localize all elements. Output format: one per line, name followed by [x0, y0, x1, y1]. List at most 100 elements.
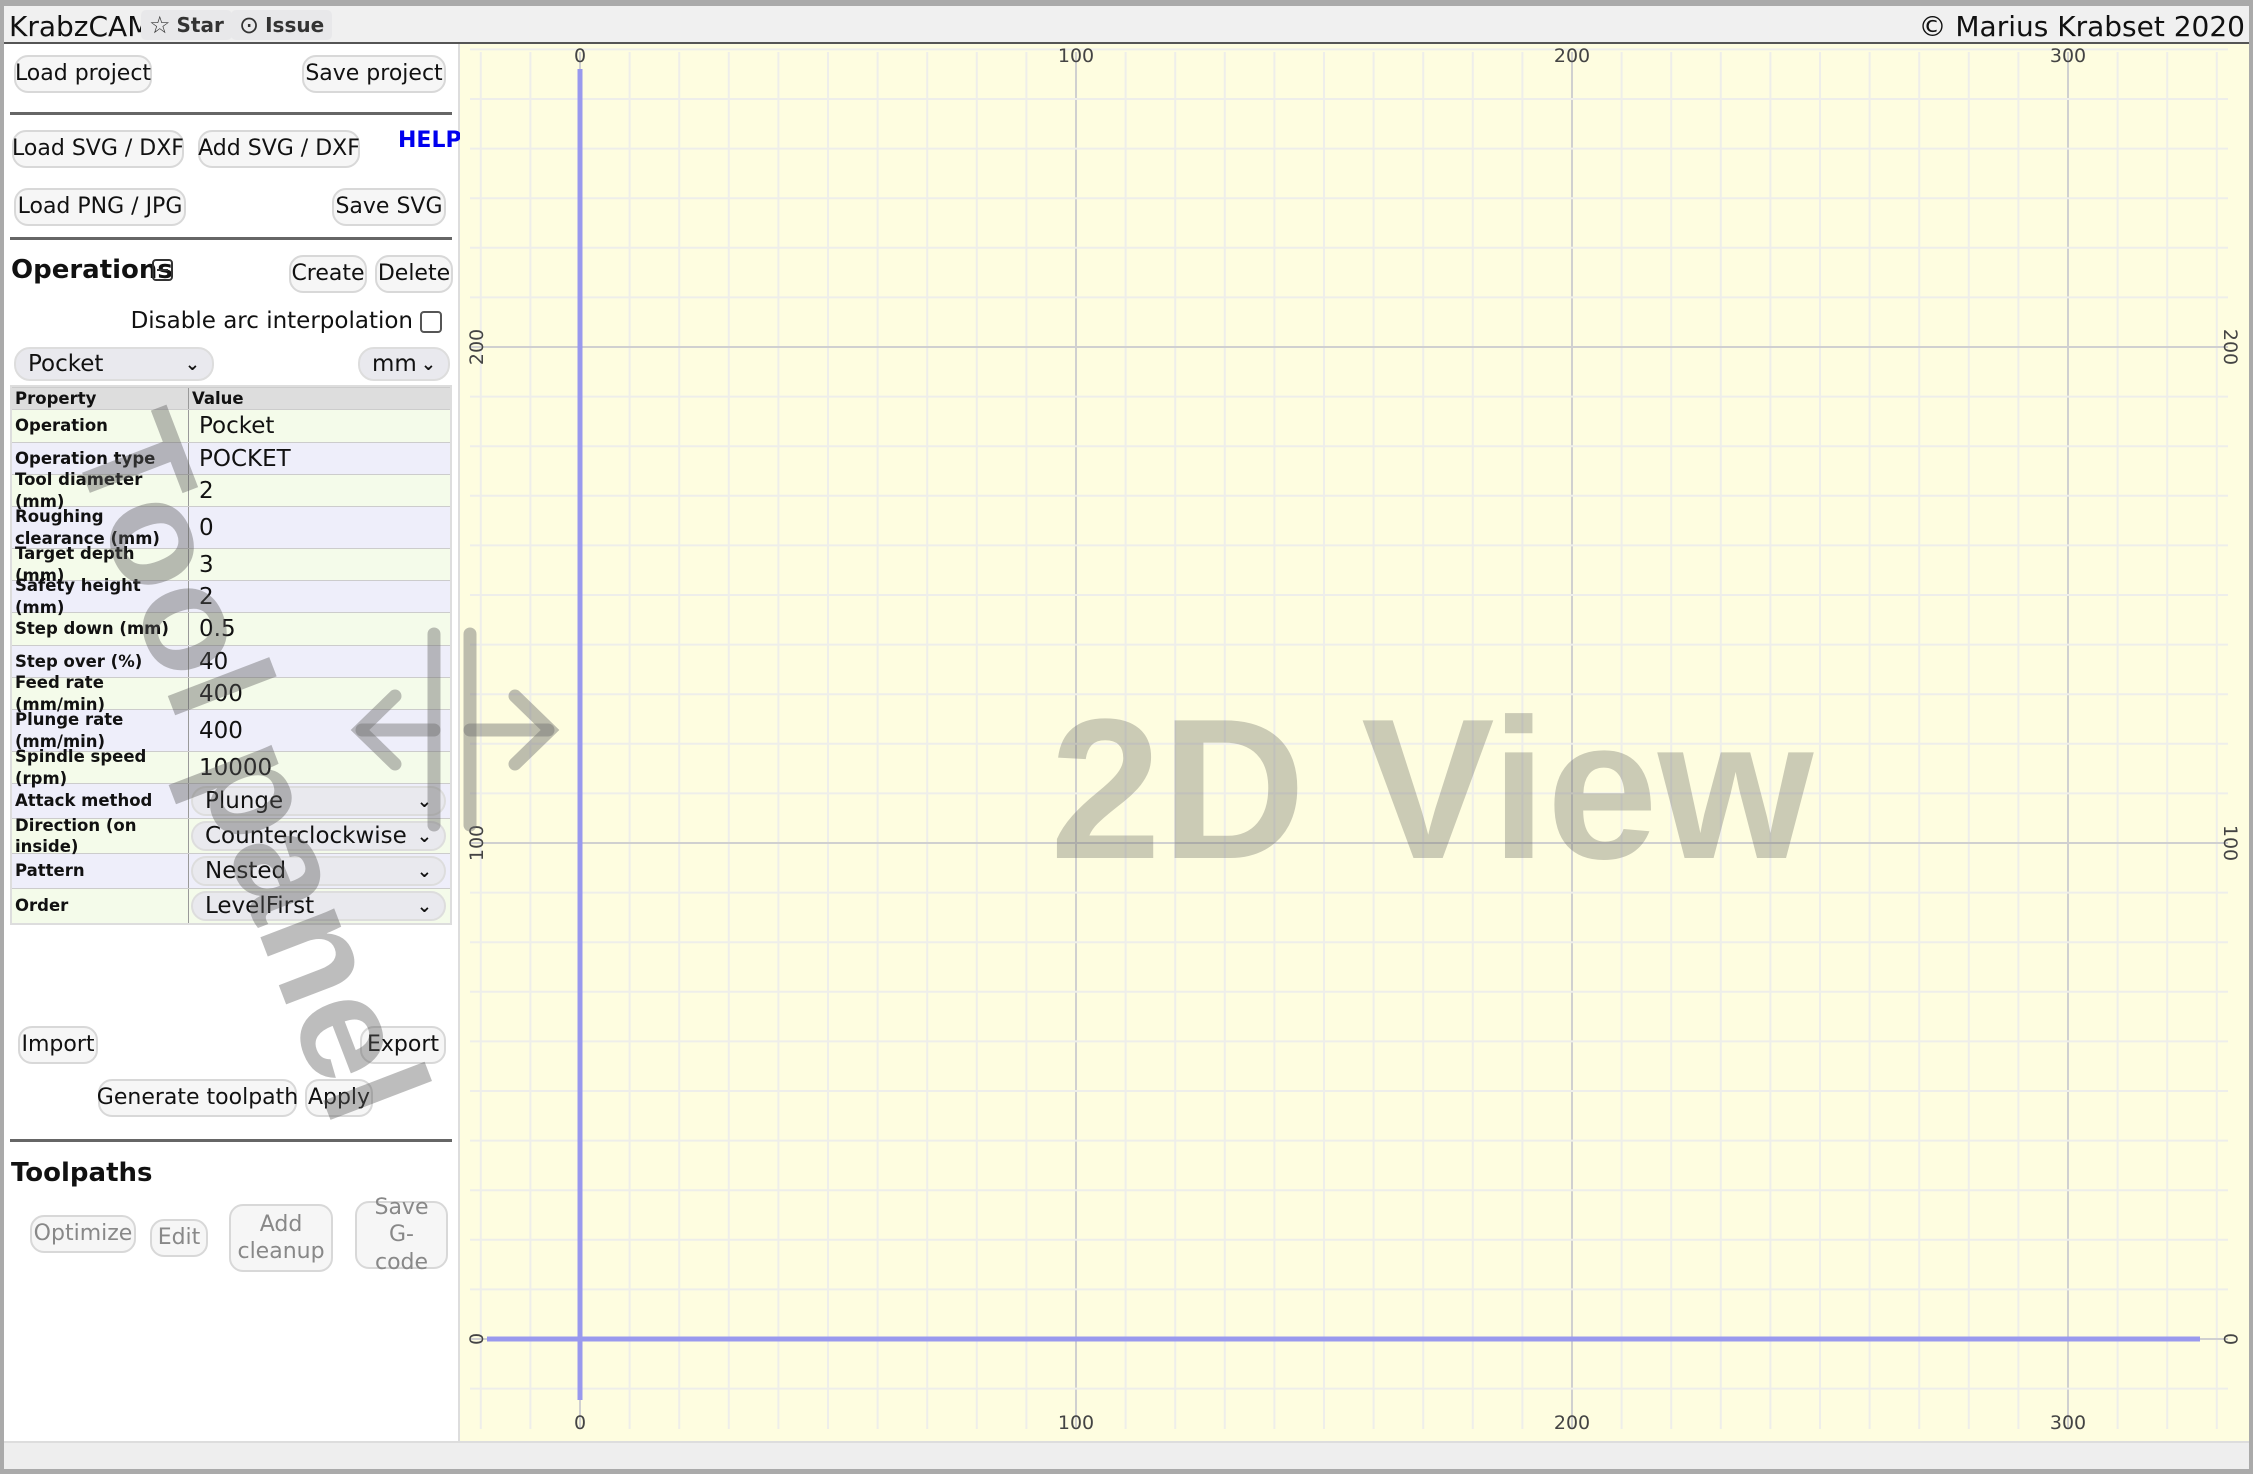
issue-icon: ⊙ — [239, 11, 260, 39]
property-input[interactable]: 400 — [189, 678, 450, 709]
property-input[interactable]: 2 — [189, 475, 450, 506]
property-input[interactable]: 10000 — [189, 752, 450, 783]
disable-arc-label: Disable arc interpolation — [130, 308, 413, 334]
save-svg-button[interactable]: Save SVG — [332, 188, 446, 226]
apply-button[interactable]: Apply — [305, 1079, 373, 1117]
chevron-down-icon: ⌄ — [416, 790, 432, 812]
chevron-down-icon: ⌄ — [420, 353, 436, 375]
create-button[interactable]: Create — [289, 255, 367, 293]
table-row: Order LevelFirst ⌄ — [12, 888, 450, 923]
property-select[interactable]: Nested ⌄ — [191, 856, 446, 886]
property-label: Attack method — [12, 784, 189, 818]
property-label: Pattern — [12, 854, 189, 888]
help-link[interactable]: HELP — [398, 128, 462, 153]
property-select[interactable]: Plunge ⌄ — [191, 786, 446, 816]
table-row: Safety height (mm) 2 — [12, 576, 450, 617]
export-button[interactable]: Export — [360, 1026, 446, 1064]
y-tick-label: 100 — [2219, 825, 2241, 861]
property-input[interactable]: 3 — [189, 549, 450, 580]
load-project-button[interactable]: Load project — [14, 55, 152, 93]
property-label: Spindle speed (rpm) — [12, 747, 189, 788]
x-tick-label: 100 — [1058, 1412, 1094, 1434]
x-tick-label: 200 — [1554, 1412, 1590, 1434]
table-row: Attack method Plunge ⌄ — [12, 783, 450, 818]
y-tick-label: 200 — [466, 329, 488, 365]
property-select-value: Nested — [205, 858, 287, 884]
property-label: Tool diameter (mm) — [12, 470, 189, 511]
load-png-button[interactable]: Load PNG / JPG — [14, 188, 186, 226]
property-value-cell: Counterclockwise ⌄ — [189, 819, 450, 853]
x-tick-label: 300 — [2050, 1412, 2086, 1434]
header-value: Value — [192, 389, 244, 408]
property-value-cell: Plunge ⌄ — [189, 784, 450, 818]
delete-button[interactable]: Delete — [375, 255, 453, 293]
grid: 0 0 100 100 200 200 300 300 0 0 100 100 200 200 — [466, 45, 2241, 1434]
property-label: Operation — [12, 410, 189, 442]
property-label: Direction (on inside) — [12, 816, 189, 856]
2d-view-canvas[interactable]: 0 0 100 100 200 200 300 300 0 0 100 100 200 200 — [460, 44, 2249, 1441]
header-property: Property — [12, 388, 189, 409]
table-header: Property Value — [12, 387, 450, 409]
property-select[interactable]: Counterclockwise ⌄ — [191, 821, 446, 851]
table-row: Spindle speed (rpm) 10000 — [12, 747, 450, 788]
y-tick-label: 0 — [2219, 1333, 2241, 1345]
toolpaths-title: Toolpaths — [11, 1158, 153, 1188]
x-tick-label: 200 — [1554, 45, 1590, 67]
table-row: Tool diameter (mm) 2 — [12, 470, 450, 511]
load-svg-button[interactable]: Load SVG / DXF — [12, 130, 184, 168]
add-cleanup-button[interactable]: Add cleanup — [229, 1204, 333, 1272]
unit-select[interactable]: mm ⌄ — [358, 347, 450, 381]
property-select-value: LevelFirst — [205, 893, 315, 919]
property-value: POCKET — [199, 445, 291, 472]
x-tick-label: 0 — [574, 1412, 586, 1434]
unit-select-value: mm — [372, 351, 417, 377]
edit-button[interactable]: Edit — [150, 1219, 208, 1257]
properties-table: Property Value Operation Pocket Operation t… — [10, 385, 452, 925]
import-button[interactable]: Import — [18, 1026, 98, 1064]
operations-title: Operations — [11, 255, 173, 285]
table-row: Step down (mm) 0.5 — [12, 612, 450, 645]
table-row: Direction (on inside) Counterclockwise ⌄ — [12, 816, 450, 856]
property-label: Roughing clearance (mm) — [12, 507, 189, 548]
chevron-down-icon: ⌄ — [416, 825, 432, 847]
table-row: Plunge rate (mm/min) 400 — [12, 709, 450, 751]
property-input[interactable]: 0.5 — [189, 613, 450, 645]
operation-select[interactable]: Pocket ⌄ — [14, 347, 214, 381]
title-bar: KrabzCAM ☆ Star ⊙ Issue © Marius Krabset 2… — [4, 6, 2249, 44]
property-input[interactable]: 40 — [189, 646, 450, 677]
property-input[interactable]: 400 — [189, 710, 450, 751]
generate-toolpath-button[interactable]: Generate toolpath — [97, 1079, 298, 1117]
property-value-cell: LevelFirst ⌄ — [189, 889, 450, 923]
y-tick-label: 200 — [2219, 329, 2241, 365]
property-value-cell: Nested ⌄ — [189, 854, 450, 888]
property-label: Plunge rate (mm/min) — [12, 710, 189, 751]
star-button[interactable]: ☆ Star — [141, 10, 232, 40]
status-bar — [4, 1441, 2249, 1469]
table-row: Pattern Nested ⌄ — [12, 853, 450, 888]
tool-panel: Load project Save project Load SVG / DXF… — [4, 44, 462, 1441]
property-label: Step down (mm) — [12, 613, 189, 645]
save-gcode-button[interactable]: Save G-code — [355, 1195, 448, 1275]
star-icon: ☆ — [149, 11, 171, 39]
property-input[interactable]: 2 — [189, 581, 450, 612]
star-label: Star — [176, 13, 224, 37]
add-svg-button[interactable]: Add SVG / DXF — [198, 130, 360, 168]
property-select-value: Counterclockwise — [205, 823, 407, 849]
issue-label: Issue — [265, 13, 325, 37]
issue-button[interactable]: ⊙ Issue — [231, 10, 333, 40]
disable-arc-checkbox[interactable] — [420, 311, 442, 333]
property-select[interactable]: LevelFirst ⌄ — [191, 891, 446, 921]
save-project-button[interactable]: Save project — [302, 55, 446, 93]
property-input[interactable]: 0 — [189, 507, 450, 548]
property-value: Pocket — [199, 413, 275, 439]
app-title: KrabzCAM — [9, 10, 152, 43]
x-tick-label: 300 — [2050, 45, 2086, 67]
table-row: Operation Pocket — [12, 409, 450, 442]
optimize-button[interactable]: Optimize — [30, 1215, 136, 1253]
property-label: Feed rate (mm/min) — [12, 673, 189, 714]
x-tick-label: 0 — [574, 45, 586, 67]
property-select-value: Plunge — [205, 788, 284, 814]
table-row: Feed rate (mm/min) 400 — [12, 673, 450, 714]
collapse-icon[interactable] — [152, 259, 173, 281]
copyright: © Marius Krabset 2020 — [1918, 10, 2246, 43]
